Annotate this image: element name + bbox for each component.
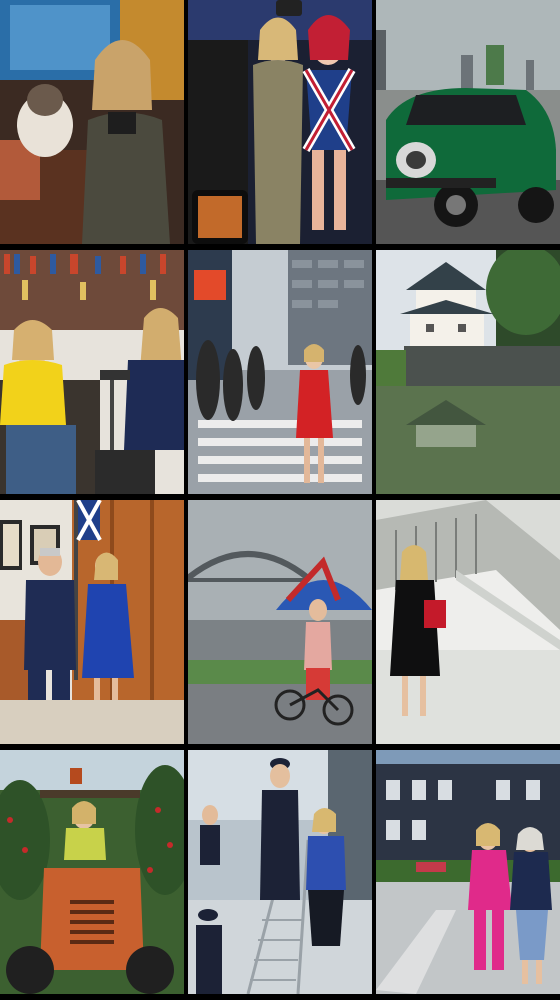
photo-grid	[0, 0, 560, 1000]
photo-naval-officer-ship	[188, 750, 372, 994]
photo-cat-bookshelf	[0, 0, 184, 244]
photo-red-folder-stairs	[376, 500, 560, 744]
photo-green-mini	[376, 0, 560, 244]
photo-red-dress-crosswalk	[188, 250, 372, 494]
photo-japanese-castle	[376, 250, 560, 494]
photo-cyclist-umbrella	[188, 500, 372, 744]
photo-tile-10[interactable]	[0, 750, 184, 994]
photo-tile-1[interactable]	[0, 0, 184, 244]
photo-tile-6[interactable]	[376, 250, 560, 494]
photo-pink-suit-street	[376, 750, 560, 994]
photo-tile-11[interactable]	[188, 750, 372, 994]
photo-tile-12[interactable]	[376, 750, 560, 994]
photo-tile-8[interactable]	[188, 500, 372, 744]
photo-tile-2[interactable]	[188, 0, 372, 244]
photo-tile-3[interactable]	[376, 0, 560, 244]
photo-tile-7[interactable]	[0, 500, 184, 744]
photo-podcast-library	[0, 250, 184, 494]
photo-tile-5[interactable]	[188, 250, 372, 494]
photo-tile-4[interactable]	[0, 250, 184, 494]
photo-selfie-union-jack	[188, 0, 372, 244]
photo-tile-9[interactable]	[376, 500, 560, 744]
photo-tractor-orchard	[0, 750, 184, 994]
photo-office-flag	[0, 500, 184, 744]
